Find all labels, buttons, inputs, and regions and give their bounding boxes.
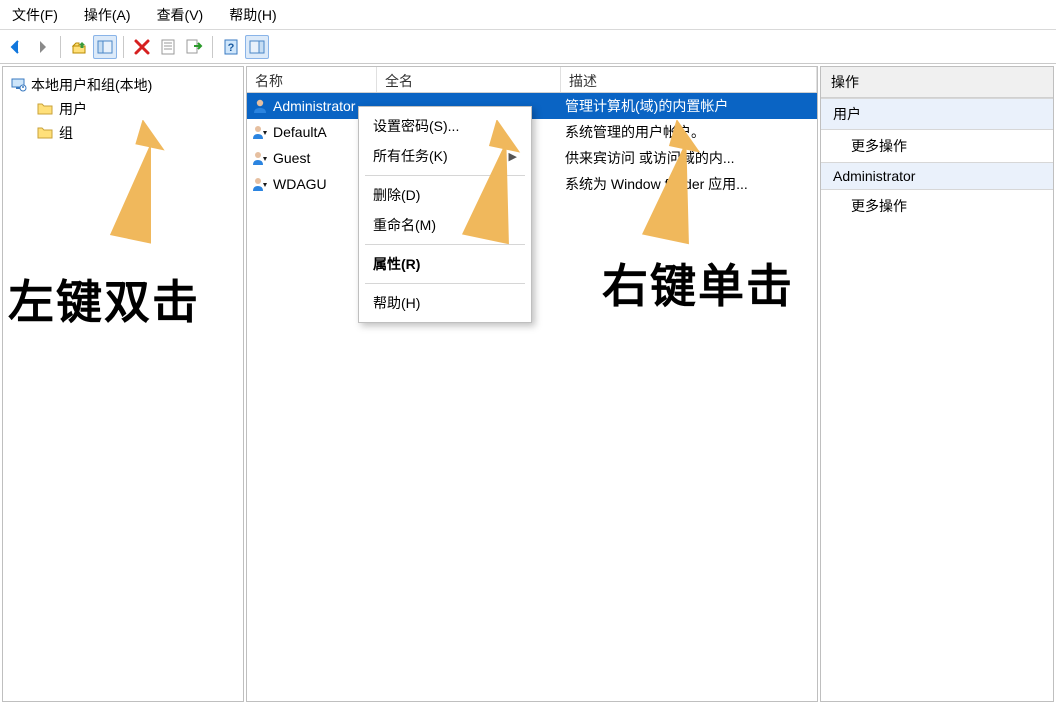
menubar: 文件(F) 操作(A) 查看(V) 帮助(H): [0, 0, 1056, 30]
action-pane: 操作 用户 更多操作 Administrator 更多操作: [820, 66, 1054, 702]
cell-desc: 管理计算机(域)的内置帐户: [565, 96, 728, 116]
user-down-icon: [251, 123, 269, 141]
user-down-icon: [251, 149, 269, 167]
svg-text:?: ?: [228, 42, 235, 54]
action-more-admin[interactable]: 更多操作: [821, 190, 1053, 222]
cell-name: Administrator: [273, 98, 355, 114]
tree-root-label: 本地用户和组(本地): [31, 75, 152, 95]
col-header-name[interactable]: 名称: [247, 67, 377, 92]
tree-root[interactable]: 本地用户和组(本地): [7, 73, 239, 97]
show-hide-tree-button[interactable]: [93, 35, 117, 59]
forward-button[interactable]: [30, 35, 54, 59]
ctx-properties[interactable]: 属性(R): [359, 249, 531, 279]
action-section-admin: Administrator: [821, 162, 1053, 190]
folder-icon: [37, 126, 53, 140]
action-more-users[interactable]: 更多操作: [821, 130, 1053, 162]
ctx-divider: [365, 283, 525, 284]
list-header: 名称 全名 描述: [247, 67, 817, 93]
export-list-button[interactable]: [182, 35, 206, 59]
col-header-desc[interactable]: 描述: [561, 67, 817, 92]
menu-help[interactable]: 帮助(H): [223, 2, 282, 28]
folder-icon: [37, 102, 53, 116]
annotation-arrow-middle: [450, 120, 540, 250]
toolbar: ?: [0, 30, 1056, 64]
action-pane-header: 操作: [821, 67, 1053, 98]
delete-button[interactable]: [130, 35, 154, 59]
menu-action[interactable]: 操作(A): [78, 2, 137, 28]
cell-name: Guest: [273, 150, 310, 166]
cell-name: DefaultA: [273, 124, 327, 140]
up-button[interactable]: [67, 35, 91, 59]
show-hide-action-pane-button[interactable]: [245, 35, 269, 59]
ctx-help[interactable]: 帮助(H): [359, 288, 531, 318]
back-button[interactable]: [4, 35, 28, 59]
help-button[interactable]: ?: [219, 35, 243, 59]
annotation-text-right: 右键单击: [602, 250, 794, 316]
computer-icon: [11, 76, 27, 95]
annotation-arrow-left: [100, 120, 180, 250]
user-row-administrator[interactable]: Administrator 管理计算机(域)的内置帐户: [247, 93, 817, 119]
menu-view[interactable]: 查看(V): [151, 2, 210, 28]
menu-file[interactable]: 文件(F): [6, 2, 64, 28]
user-icon: [251, 97, 269, 115]
annotation-text-left: 左键双击: [8, 266, 200, 332]
action-section-users: 用户: [821, 98, 1053, 130]
cell-name: WDAGU: [273, 176, 327, 192]
annotation-arrow-right: [630, 120, 720, 250]
col-header-fullname[interactable]: 全名: [377, 67, 561, 92]
refresh-button[interactable]: [156, 35, 180, 59]
tree-item-label: 组: [59, 123, 73, 143]
user-down-icon: [251, 175, 269, 193]
tree-item-label: 用户: [59, 99, 87, 119]
tree-item-users[interactable]: 用户: [7, 97, 239, 121]
